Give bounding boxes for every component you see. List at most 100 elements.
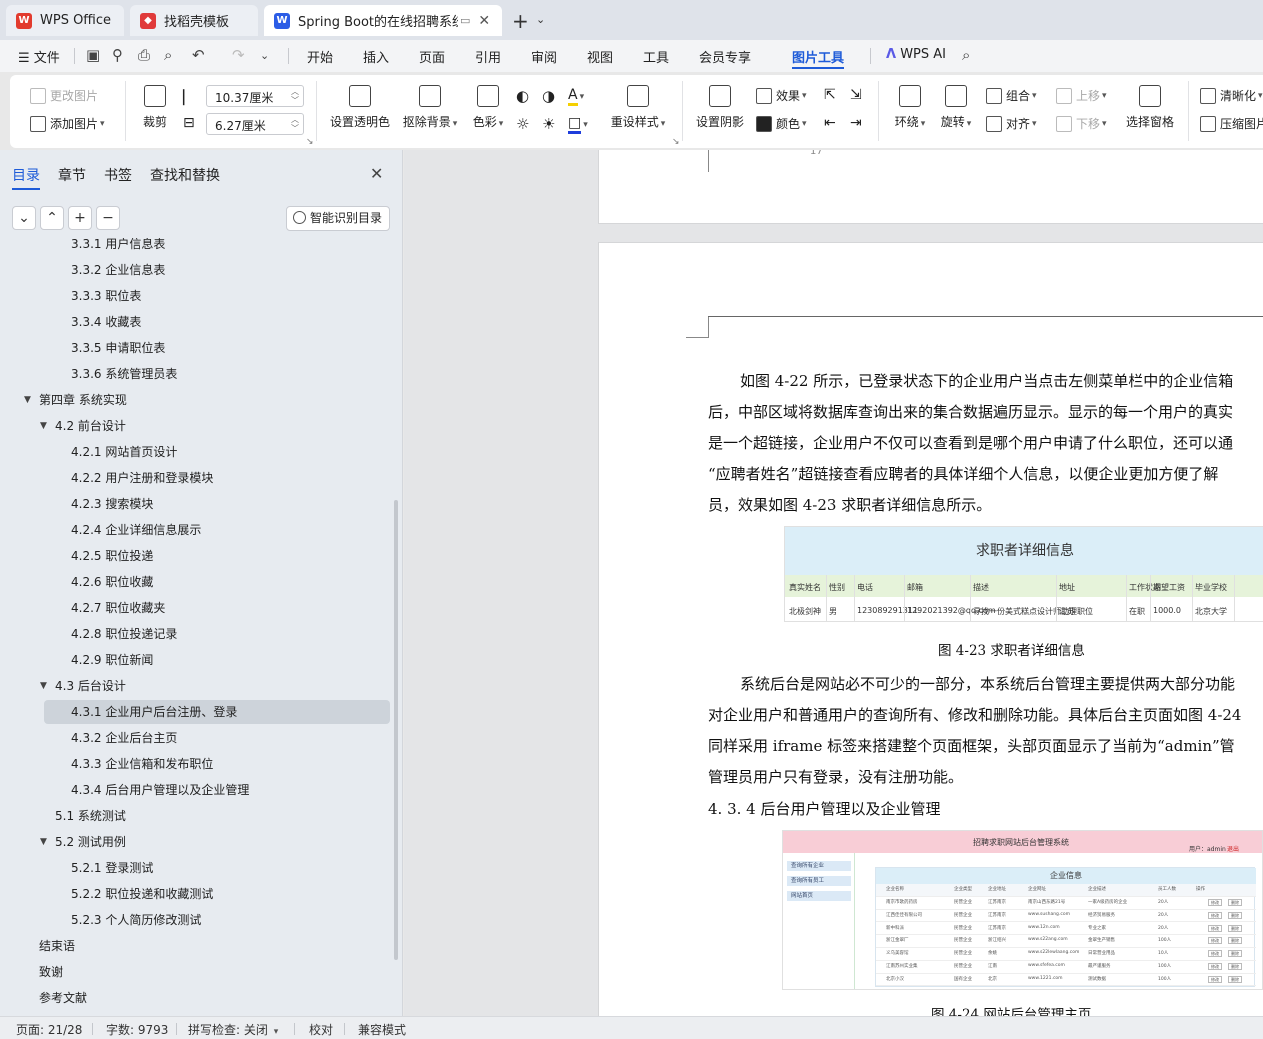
toc-item[interactable]: 结束语: [0, 934, 395, 958]
toc-item[interactable]: ▼ 4.2 前台设计: [0, 414, 395, 438]
toc-item[interactable]: 5.1 系统测试: [0, 804, 395, 828]
nav-tab-bookmarks[interactable]: 书签: [104, 165, 132, 185]
spell-check-toggle[interactable]: 拼写检查: 关闭 ▾: [188, 1021, 278, 1038]
crop-button[interactable]: 裁剪: [140, 85, 170, 130]
close-tab-icon[interactable]: ✕: [478, 13, 490, 29]
selection-pane-button[interactable]: 选择窗格: [1124, 85, 1176, 130]
set-shadow-button[interactable]: 设置阴影: [694, 85, 746, 130]
toc-item[interactable]: 3.3.3 职位表: [0, 284, 395, 308]
toc-item[interactable]: 5.2.2 职位投递和收藏测试: [0, 882, 395, 906]
print-icon[interactable]: ⎙: [138, 46, 150, 64]
toc-item[interactable]: 参考文献: [0, 986, 395, 1010]
remove-heading-button[interactable]: −: [96, 206, 120, 230]
toc-item[interactable]: 4.2.9 职位新闻: [0, 648, 395, 672]
chevron-down-icon[interactable]: ⌄: [536, 13, 545, 26]
toc-item[interactable]: 3.3.2 企业信息表: [0, 258, 395, 282]
save-icon[interactable]: ▣: [86, 46, 100, 64]
shadow-color-button[interactable]: 颜色 ▾: [756, 115, 807, 132]
toc-item[interactable]: 4.2.3 搜索模块: [0, 492, 395, 516]
effect-button[interactable]: 效果 ▾: [756, 87, 807, 104]
fill-color-button[interactable]: A ▾: [568, 87, 584, 106]
spinner-icon[interactable]: ︿ ﹀: [291, 115, 299, 133]
remove-background-button[interactable]: 抠除背景 ▾: [400, 85, 460, 130]
close-icon[interactable]: ✕: [370, 164, 383, 183]
nav-scrollbar[interactable]: [394, 500, 398, 960]
dialog-launcher-icon[interactable]: ↘: [672, 137, 680, 147]
expand-arrow-icon[interactable]: ▼: [24, 388, 31, 412]
menu-insert[interactable]: 插入: [363, 47, 389, 66]
toc-item[interactable]: 4.2.6 职位收藏: [0, 570, 395, 594]
move-up-button[interactable]: 上移 ▾: [1056, 87, 1107, 104]
toc-item[interactable]: ▼ 第四章 系统实现: [0, 388, 395, 412]
shadow-right-icon[interactable]: ⇥: [850, 115, 862, 131]
nav-tab-find-replace[interactable]: 查找和替换: [150, 165, 220, 185]
toc-item[interactable]: ▼ 5.2 测试用例: [0, 830, 395, 854]
print-preview-icon[interactable]: ⌕: [164, 46, 172, 64]
change-picture-button[interactable]: 更改图片: [30, 87, 98, 104]
brightness-up-icon[interactable]: ◐: [516, 87, 529, 105]
contrast-up-icon[interactable]: ◑: [542, 87, 555, 105]
word-count[interactable]: 字数: 9793: [106, 1021, 168, 1038]
figure-admin-homepage[interactable]: 招聘求职网站后台管理系统 用户：admin 退出 查询所有企业 查询所有员工 网…: [782, 830, 1263, 990]
menu-view[interactable]: 视图: [587, 47, 613, 66]
align-button[interactable]: 对齐 ▾: [986, 115, 1037, 132]
compress-picture-button[interactable]: 压缩图片: [1200, 115, 1263, 132]
tab-current-document[interactable]: W Spring Boot的在线招聘系统设计 ▭ ✕: [264, 5, 502, 36]
toc-item[interactable]: 4.2.8 职位投递记录: [0, 622, 395, 646]
toc-item[interactable]: 4.2.4 企业详细信息展示: [0, 518, 395, 542]
expand-up-button[interactable]: ⌃: [40, 206, 64, 230]
figure-applicant-details[interactable]: 求职者详细信息 真实姓名 性别 电话 邮箱 描述 地址 工作状态 期望工资 毕业学校 北极剑神男…: [784, 526, 1263, 622]
menu-member[interactable]: 会员专享: [699, 47, 751, 66]
search-icon[interactable]: ⌕: [962, 46, 970, 64]
proofread-button[interactable]: 校对: [309, 1021, 333, 1038]
group-button[interactable]: 组合 ▾: [986, 87, 1037, 104]
toc-item[interactable]: 3.3.5 申请职位表: [0, 336, 395, 360]
picture-width-input[interactable]: 10.37厘米 ︿ ﹀: [206, 85, 304, 107]
move-down-button[interactable]: 下移 ▾: [1056, 115, 1107, 132]
sharpen-button[interactable]: 清晰化 ▾: [1200, 87, 1263, 104]
picture-height-input[interactable]: 6.27厘米 ︿ ﹀: [206, 113, 304, 135]
document-area[interactable]: 17 如图 4-22 所示，已登录状态下的企业用户当点击左侧菜单栏中的企业信箱 …: [404, 150, 1263, 1016]
nav-tab-toc[interactable]: 目录: [12, 165, 40, 185]
toc-item[interactable]: ▼ 4.3 后台设计: [0, 674, 395, 698]
add-picture-button[interactable]: 添加图片 ▾: [30, 115, 105, 132]
add-heading-button[interactable]: +: [68, 206, 92, 230]
toc-item[interactable]: 4.2.7 职位收藏夹: [0, 596, 395, 620]
rotate-button[interactable]: 旋转 ▾: [936, 85, 976, 130]
format-painter-icon[interactable]: ⚲: [112, 46, 123, 64]
toc-item[interactable]: 3.3.4 收藏表: [0, 310, 395, 334]
set-transparent-color-button[interactable]: 设置透明色: [328, 85, 392, 130]
contrast-down-icon[interactable]: ☀: [542, 115, 555, 133]
chevron-down-icon[interactable]: ⌄: [260, 49, 269, 62]
toc-item[interactable]: 4.2.5 职位投递: [0, 544, 395, 568]
shadow-down-icon[interactable]: ⇲: [850, 87, 862, 103]
toc-item[interactable]: 5.2.3 个人简历修改测试: [0, 908, 395, 932]
smart-toc-button[interactable]: 智能识别目录: [286, 206, 390, 231]
tab-daoke-templates[interactable]: ◆ 找稻壳模板: [130, 5, 258, 36]
toc-item[interactable]: 4.2.2 用户注册和登录模块: [0, 466, 395, 490]
color-adjust-button[interactable]: 色彩 ▾: [468, 85, 508, 130]
wps-ai-button[interactable]: Ʌ WPS AI: [886, 47, 946, 62]
toc-item[interactable]: 4.3.3 企业信箱和发布职位: [0, 752, 395, 776]
toc-item[interactable]: 4.2.1 网站首页设计: [0, 440, 395, 464]
toc-item[interactable]: 4.3.4 后台用户管理以及企业管理: [0, 778, 395, 802]
redo-icon[interactable]: ↷: [232, 46, 245, 64]
tab-wps-office[interactable]: W WPS Office: [6, 5, 124, 36]
menu-page[interactable]: 页面: [419, 47, 445, 66]
expand-arrow-icon[interactable]: ▼: [40, 830, 47, 854]
page-indicator[interactable]: 页面: 21/28: [16, 1021, 82, 1038]
expand-arrow-icon[interactable]: ▼: [40, 414, 47, 438]
shadow-left-icon[interactable]: ⇤: [824, 115, 836, 131]
undo-icon[interactable]: ↶: [192, 46, 205, 64]
shadow-up-icon[interactable]: ⇱: [824, 87, 836, 103]
menu-references[interactable]: 引用: [475, 47, 501, 66]
border-color-button[interactable]: □ ▾: [568, 115, 588, 134]
toc-item[interactable]: 3.3.6 系统管理员表: [0, 362, 395, 386]
menu-home[interactable]: 开始: [307, 47, 333, 66]
toc-item[interactable]: 4.3.2 企业后台主页: [0, 726, 395, 750]
monitor-icon[interactable]: ▭: [460, 14, 470, 27]
reset-style-button[interactable]: 重设样式 ▾: [608, 85, 668, 130]
toc-item[interactable]: 3.3.1 用户信息表: [0, 238, 395, 256]
wrap-text-button[interactable]: 环绕 ▾: [890, 85, 930, 130]
menu-picture-tools[interactable]: 图片工具: [792, 47, 844, 66]
